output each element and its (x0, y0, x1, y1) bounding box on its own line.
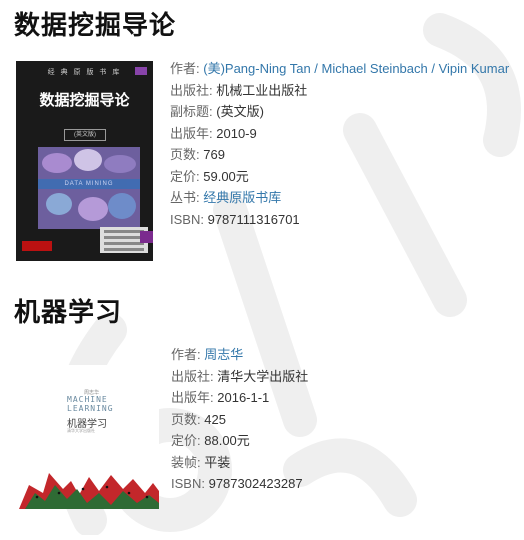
author-label: 作者: (171, 347, 201, 362)
isbn-row: ISBN: 9787302423287 (171, 473, 308, 495)
cover-english-title: MACHINE LEARNING (67, 395, 114, 413)
book-cover[interactable]: 周志华 MACHINE LEARNING 机器学习 清华大学出版社 (19, 365, 159, 509)
series-link[interactable]: 经典原版书库 (203, 190, 281, 205)
series-row: 丛书: 经典原版书库 (170, 187, 515, 209)
subtitle-label: 副标题: (170, 104, 213, 119)
isbn-row: ISBN: 9787111316701 (170, 209, 515, 231)
isbn-label: ISBN: (171, 476, 205, 491)
binding-label: 装帧: (171, 454, 201, 470)
year-row: 出版年: 2010-9 (170, 123, 515, 145)
year-value: 2010-9 (216, 125, 257, 141)
cover-title: 数据挖掘导论 (39, 91, 130, 109)
pages-label: 页数: (171, 411, 201, 427)
price-value: 59.00元 (203, 168, 249, 184)
book-cover[interactable]: 经 典 原 版 书 库 数据挖掘导论 (英文版) DATA MINING (16, 61, 153, 261)
cover-purple-block (140, 231, 153, 243)
series-label: 丛书: (170, 190, 200, 205)
publisher-row: 出版社: 清华大学出版社 (171, 366, 308, 388)
cover-series-text: 经 典 原 版 书 库 (47, 69, 122, 76)
price-label: 定价: (170, 168, 200, 184)
subtitle-value: (英文版) (216, 104, 264, 119)
author-label: 作者: (170, 61, 200, 76)
publisher-label: 出版社: (170, 82, 213, 98)
author-link[interactable]: (美)Pang-Ning Tan / Michael Steinbach / V… (203, 61, 509, 76)
year-row: 出版年: 2016-1-1 (171, 387, 308, 409)
price-value: 88.00元 (204, 433, 250, 448)
author-row: 作者: 周志华 (171, 344, 308, 366)
book-title[interactable]: 机器学习 (14, 292, 122, 329)
price-row: 定价: 59.00元 (170, 166, 515, 188)
year-label: 出版年: (170, 125, 213, 141)
subtitle-row: 副标题: (英文版) (170, 101, 515, 123)
publisher-logo (22, 241, 52, 251)
price-label: 定价: (171, 433, 201, 448)
author-link[interactable]: 周志华 (204, 347, 243, 362)
isbn-value: 9787111316701 (207, 211, 300, 227)
book-title[interactable]: 数据挖掘导论 (14, 5, 176, 42)
binding-row: 装帧: 平装 (171, 452, 308, 474)
pages-value: 769 (203, 147, 225, 162)
isbn-value: 9787302423287 (208, 476, 303, 491)
publisher-value: 机械工业出版社 (216, 82, 308, 98)
book-info: 作者: (美)Pang-Ning Tan / Michael Steinbach… (170, 58, 515, 230)
year-value: 2016-1-1 (217, 390, 270, 405)
pages-row: 页数: 425 (171, 409, 308, 431)
cover-badge (135, 67, 147, 75)
cover-publisher: 清华大学出版社 (67, 428, 95, 433)
cover-watermelon-art (19, 473, 159, 509)
year-label: 出版年: (171, 390, 214, 405)
publisher-value: 清华大学出版社 (217, 368, 309, 384)
isbn-label: ISBN: (170, 211, 204, 227)
price-row: 定价: 88.00元 (171, 430, 308, 452)
pages-row: 页数: 769 (170, 144, 515, 166)
cover-band: DATA MINING (38, 179, 140, 189)
publisher-label: 出版社: (171, 368, 214, 384)
publisher-row: 出版社: 机械工业出版社 (170, 80, 515, 102)
book-info: 作者: 周志华 出版社: 清华大学出版社 出版年: 2016-1-1 页数: 4… (171, 344, 308, 495)
cover-edition: (英文版) (64, 129, 106, 141)
pages-label: 页数: (170, 147, 200, 162)
author-row: 作者: (美)Pang-Ning Tan / Michael Steinbach… (170, 58, 515, 80)
binding-value: 平装 (204, 454, 231, 470)
pages-value: 425 (204, 411, 226, 427)
